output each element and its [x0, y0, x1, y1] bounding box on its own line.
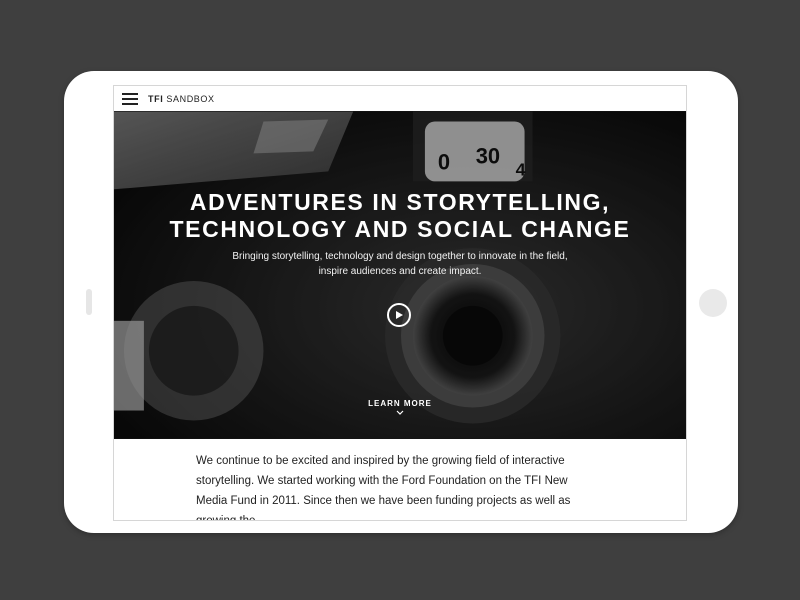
- play-icon: [396, 311, 403, 319]
- tablet-frame: TFI SANDBOX 0 30 4 ADVENTURES IN STORYTE…: [64, 71, 738, 533]
- hero-title: ADVENTURES IN STORYTELLING, TECHNOLOGY A…: [114, 189, 686, 243]
- hero-subtitle: Bringing storytelling, technology and de…: [114, 249, 686, 279]
- chevron-down-icon: [396, 410, 404, 415]
- learn-more-label: LEARN MORE: [368, 399, 432, 408]
- hero-title-line-1: ADVENTURES IN STORYTELLING,: [189, 189, 611, 215]
- hero-section: 0 30 4 ADVENTURES IN STORYTELLING, TECHN…: [114, 111, 686, 439]
- hero-subtitle-line-2: inspire audiences and create impact.: [318, 266, 482, 277]
- tablet-side-button: [86, 289, 92, 315]
- site-logo[interactable]: TFI SANDBOX: [148, 94, 215, 104]
- intro-paragraph: We continue to be excited and inspired b…: [196, 455, 571, 521]
- play-video-button[interactable]: [387, 303, 411, 327]
- hero-title-line-2: TECHNOLOGY AND SOCIAL CHANGE: [169, 216, 631, 242]
- screen: TFI SANDBOX 0 30 4 ADVENTURES IN STORYTE…: [113, 85, 687, 521]
- brand-bold: TFI: [148, 93, 164, 104]
- brand-rest: SANDBOX: [163, 93, 215, 104]
- learn-more-link[interactable]: LEARN MORE: [114, 399, 686, 415]
- menu-icon[interactable]: [122, 92, 138, 105]
- hero-subtitle-line-1: Bringing storytelling, technology and de…: [232, 251, 568, 262]
- tablet-home-button[interactable]: [699, 289, 727, 317]
- top-bar: TFI SANDBOX: [114, 86, 686, 112]
